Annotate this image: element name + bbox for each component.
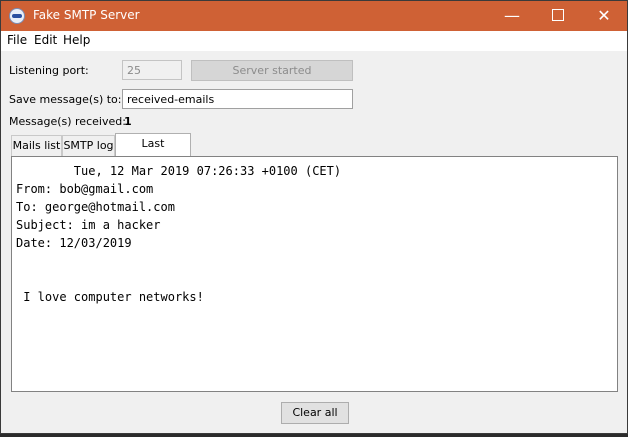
last-message-panel[interactable]: Tue, 12 Mar 2019 07:26:33 +0100 (CET) Fr… xyxy=(11,156,618,392)
tab-smtp-log[interactable]: SMTP log xyxy=(62,135,115,156)
server-started-button[interactable]: Server started xyxy=(191,60,353,81)
tab-last-message[interactable]: Last message xyxy=(115,133,191,169)
messages-received-label: Message(s) received: xyxy=(9,115,126,128)
listening-port-field[interactable] xyxy=(122,60,182,80)
menu-edit[interactable]: Edit xyxy=(34,33,57,47)
close-button[interactable]: ✕ xyxy=(581,1,627,31)
minimize-button[interactable]: — xyxy=(489,1,535,31)
clear-all-button[interactable]: Clear all xyxy=(281,402,349,424)
app-icon xyxy=(9,8,25,24)
window-title: Fake SMTP Server xyxy=(33,8,140,22)
listening-port-label: Listening port: xyxy=(9,64,89,77)
app-window: Fake SMTP Server — ✕ File Edit Help List… xyxy=(0,0,628,434)
menu-file[interactable]: File xyxy=(7,33,27,47)
message-text: Tue, 12 Mar 2019 07:26:33 +0100 (CET) Fr… xyxy=(16,164,342,304)
title-bar[interactable]: Fake SMTP Server — ✕ xyxy=(1,1,627,31)
save-folder-field[interactable] xyxy=(122,89,353,109)
tab-mails-list[interactable]: Mails list xyxy=(11,135,62,156)
save-messages-label: Save message(s) to: xyxy=(9,93,122,106)
maximize-icon xyxy=(552,9,564,21)
menu-bar: File Edit Help xyxy=(1,31,627,51)
messages-received-count: 1 xyxy=(124,115,132,128)
menu-help[interactable]: Help xyxy=(63,33,90,47)
maximize-button[interactable] xyxy=(535,1,581,31)
close-icon: ✕ xyxy=(597,6,611,25)
minimize-icon: — xyxy=(504,6,520,25)
